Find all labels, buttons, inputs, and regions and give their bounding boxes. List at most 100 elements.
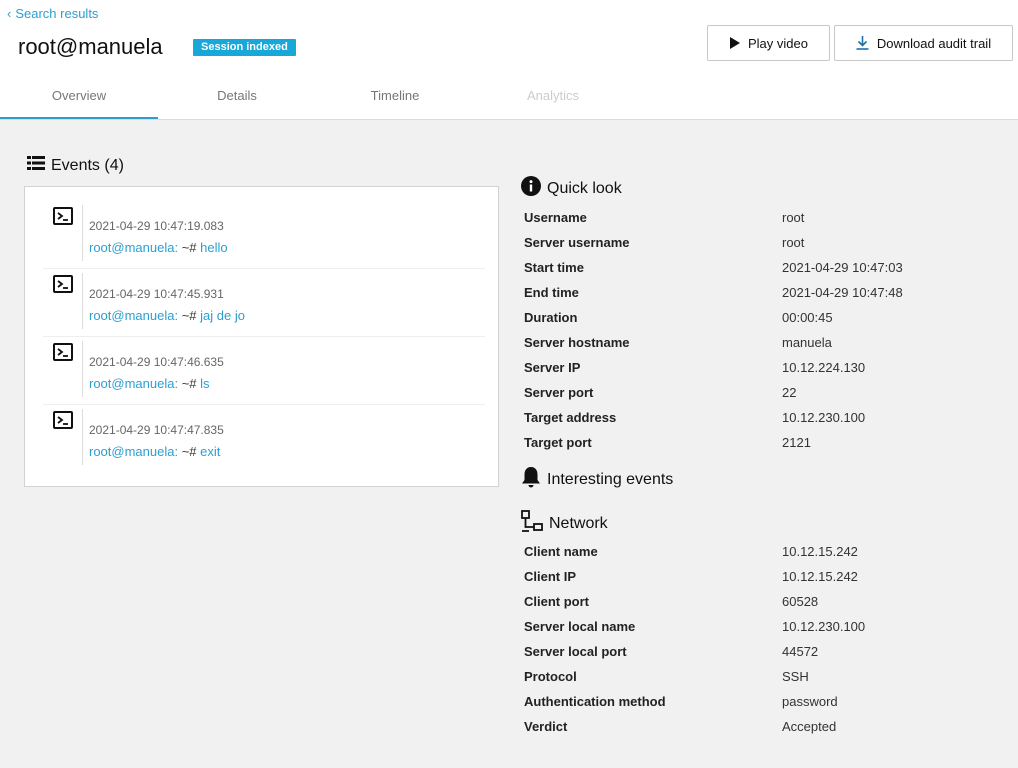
list-icon: [27, 156, 45, 175]
tab-details[interactable]: Details: [158, 80, 316, 119]
tab-overview[interactable]: Overview: [0, 80, 158, 119]
tab-timeline[interactable]: Timeline: [316, 80, 474, 119]
terminal-icon: [53, 275, 73, 293]
back-link-label: Search results: [15, 6, 99, 21]
event-command-link[interactable]: root@manuela: ~# exit: [89, 444, 220, 459]
table-row: Duration 00:00:45: [524, 306, 1004, 331]
field-label: Verdict: [524, 719, 568, 734]
table-row: Server username root: [524, 231, 1004, 256]
table-row: Client name 10.12.15.242: [524, 540, 1004, 565]
table-row: Server local name 10.12.230.100: [524, 615, 1004, 640]
terminal-icon: [53, 343, 73, 361]
field-label: End time: [524, 285, 579, 300]
table-row: Server IP 10.12.224.130: [524, 356, 1004, 381]
page-header: ‹ Search results root@manuela Session in…: [0, 0, 1018, 120]
event-prompt: root@manuela:: [89, 444, 179, 459]
field-label: Client IP: [524, 569, 577, 584]
field-label: Server username: [524, 235, 630, 250]
network-heading: Network: [521, 510, 608, 537]
field-label: Client port: [524, 594, 589, 609]
play-icon: [729, 37, 740, 49]
field-value: Accepted: [782, 719, 837, 734]
quick-look-heading: Quick look: [521, 176, 622, 201]
event-command-link[interactable]: root@manuela: ~# ls: [89, 376, 210, 391]
table-row: Server port 22: [524, 381, 1004, 406]
event-timestamp: 2021-04-29 10:47:46.635: [89, 355, 224, 369]
info-icon: [521, 176, 541, 201]
field-label: Duration: [524, 310, 578, 325]
download-icon: [856, 36, 869, 50]
play-video-label: Play video: [748, 35, 808, 51]
terminal-icon: [53, 411, 73, 429]
field-value: 2021-04-29 10:47:48: [782, 285, 903, 300]
events-title: Events (4): [51, 156, 124, 174]
field-value: manuela: [782, 335, 832, 350]
field-value: 2121: [782, 435, 811, 450]
event-prompt: root@manuela:: [89, 308, 179, 323]
event-item: 2021-04-29 10:47:45.931 root@manuela: ~#…: [43, 269, 485, 337]
network-title: Network: [549, 514, 608, 532]
download-audit-trail-label: Download audit trail: [876, 35, 992, 51]
page-title: root@manuela: [18, 34, 163, 59]
field-value: password: [782, 694, 838, 709]
network-icon: [521, 510, 543, 537]
event-command-link[interactable]: root@manuela: ~# jaj de jo: [89, 308, 245, 323]
field-label: Server hostname: [524, 335, 630, 350]
table-row: Server local port 44572: [524, 640, 1004, 665]
field-value: SSH: [782, 669, 809, 684]
events-heading: Events (4): [27, 156, 124, 175]
field-value: 10.12.224.130: [782, 360, 866, 375]
field-label: Server local name: [524, 619, 636, 634]
table-row: Target address 10.12.230.100: [524, 406, 1004, 431]
event-prompt-hash: ~#: [178, 240, 201, 255]
field-label: Start time: [524, 260, 584, 275]
table-row: Verdict Accepted: [524, 715, 1004, 740]
event-prompt-hash: ~#: [178, 308, 201, 323]
field-value: 10.12.15.242: [782, 569, 858, 584]
field-label: Server IP: [524, 360, 581, 375]
back-to-search-link[interactable]: ‹ Search results: [7, 6, 98, 21]
network-table: Client name 10.12.15.242 Client IP 10.12.1…: [524, 540, 1004, 740]
download-audit-trail-button[interactable]: Download audit trail: [834, 25, 1013, 61]
event-timestamp: 2021-04-29 10:47:19.083: [89, 219, 224, 233]
divider: [82, 273, 83, 329]
field-value: 10.12.230.100: [782, 619, 866, 634]
event-item: 2021-04-29 10:47:19.083 root@manuela: ~#…: [43, 201, 485, 269]
field-label: Protocol: [524, 669, 577, 684]
bell-icon: [521, 466, 541, 493]
event-command: ls: [200, 376, 210, 391]
event-command: jaj de jo: [200, 308, 245, 323]
field-value: 10.12.230.100: [782, 410, 866, 425]
field-label: Authentication method: [524, 694, 666, 709]
event-timestamp: 2021-04-29 10:47:45.931: [89, 287, 224, 301]
field-label: Server port: [524, 385, 594, 400]
quick-look-table: Username root Server username root Start t…: [524, 206, 1004, 456]
divider: [82, 409, 83, 465]
field-label: Server local port: [524, 644, 627, 659]
tab-bar: Overview Details Timeline Analytics: [0, 80, 632, 120]
field-value: 00:00:45: [782, 310, 833, 325]
field-value: root: [782, 210, 805, 225]
event-prompt: root@manuela:: [89, 240, 179, 255]
field-label: Client name: [524, 544, 598, 559]
field-value: 2021-04-29 10:47:03: [782, 260, 903, 275]
interesting-events-title: Interesting events: [547, 470, 674, 488]
event-timestamp: 2021-04-29 10:47:47.835: [89, 423, 224, 437]
field-label: Username: [524, 210, 587, 225]
event-command: exit: [200, 444, 221, 459]
event-command-link[interactable]: root@manuela: ~# hello: [89, 240, 228, 255]
terminal-icon: [53, 207, 73, 225]
field-label: Target port: [524, 435, 592, 450]
play-video-button[interactable]: Play video: [707, 25, 830, 61]
interesting-events-heading: Interesting events: [521, 466, 673, 493]
table-row: Target port 2121: [524, 431, 1004, 456]
table-row: Server hostname manuela: [524, 331, 1004, 356]
field-value: 60528: [782, 594, 819, 609]
field-value: 10.12.15.242: [782, 544, 858, 559]
table-row: Start time 2021-04-29 10:47:03: [524, 256, 1004, 281]
tab-analytics: Analytics: [526, 88, 580, 103]
divider: [82, 341, 83, 397]
field-value: 22: [782, 385, 797, 400]
quick-look-title: Quick look: [547, 179, 622, 197]
event-prompt: root@manuela:: [89, 376, 179, 391]
